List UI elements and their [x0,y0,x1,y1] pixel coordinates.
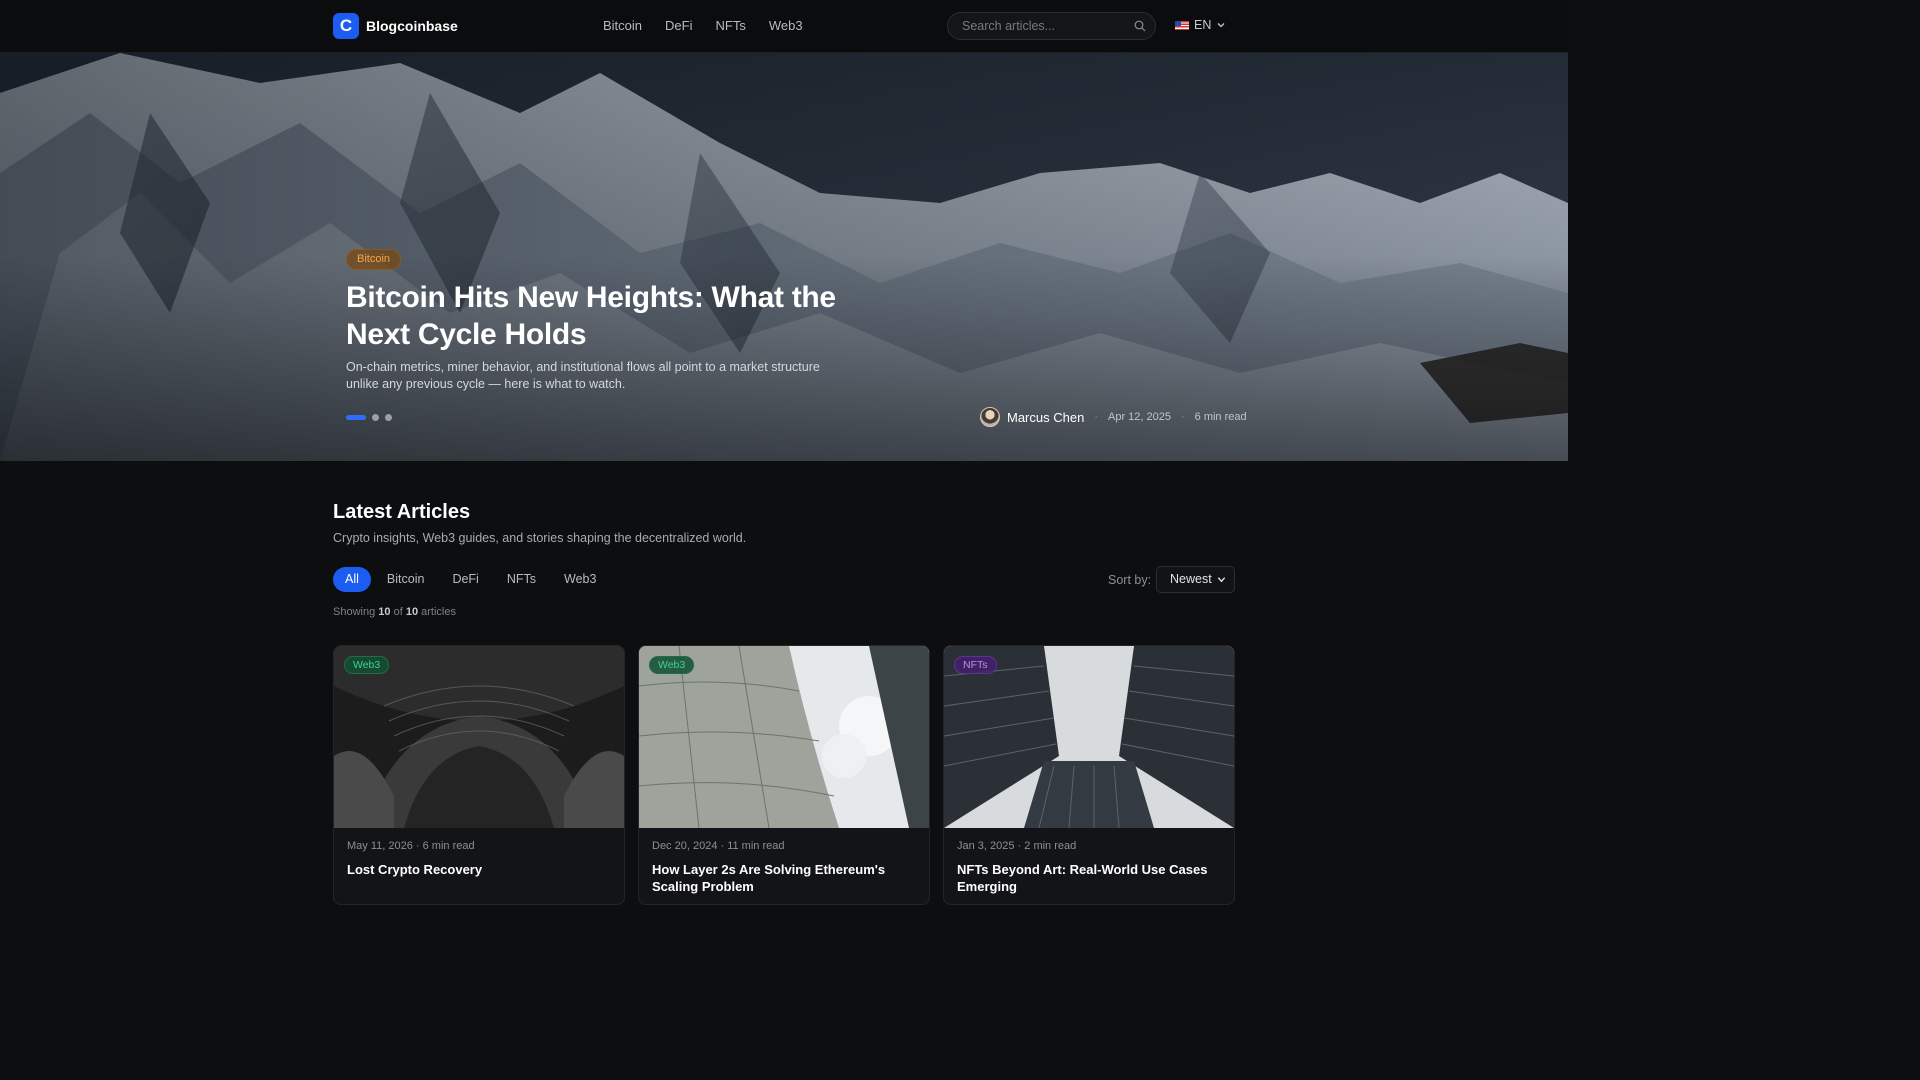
search-icon[interactable] [1134,20,1146,32]
card-meta: May 11, 2026 · 6 min read [347,840,475,852]
results-suffix: articles [421,606,456,618]
results-shown: 10 [378,606,391,618]
card-title[interactable]: NFTs Beyond Art: Real-World Use Cases Em… [957,861,1217,895]
search-input[interactable]: Search articles... [947,12,1156,40]
card-meta: Jan 3, 2025 · 2 min read [957,840,1077,852]
hero-subtitle: On-chain metrics, miner behavior, and in… [346,360,820,391]
us-flag-icon [1175,20,1189,30]
card-meta: Dec 20, 2024 · 11 min read [652,840,785,852]
results-prefix: Showing [333,606,376,618]
card-title[interactable]: How Layer 2s Are Solving Ethereum's Scal… [652,861,912,895]
brand-logo[interactable]: C Blogcoinbase [333,13,458,39]
hero-author-meta: Marcus Chen · Apr 12, 2025 · 6 min read [980,407,1247,427]
hero-category-badge[interactable]: Bitcoin [346,249,402,270]
chevron-down-icon [1217,577,1226,583]
language-selector[interactable]: EN [1175,18,1226,32]
section-title: Latest Articles [333,501,471,523]
results-of: of [393,606,403,618]
article-card[interactable]: Web3 Dec 20, 2024 · 11 min read How Laye… [638,645,930,905]
author-avatar [980,407,1000,427]
carousel-dot-2[interactable] [372,414,379,421]
article-card[interactable]: NFTs Jan 3, 2025 · 2 min read NFTs Beyon… [943,645,1235,905]
carousel-dot-3[interactable] [385,414,392,421]
filter-defi[interactable]: DeFi [440,567,490,592]
meta-separator: · [1180,411,1185,423]
nav-link-nfts[interactable]: NFTs [715,18,745,33]
nav-link-bitcoin[interactable]: Bitcoin [603,18,642,33]
category-filters: All Bitcoin DeFi NFTs Web3 [333,567,608,592]
nav-link-defi[interactable]: DeFi [665,18,692,33]
card-category-badge: NFTs [954,656,997,674]
sort-label: Sort by: [1108,573,1152,587]
sort-value: Newest [1170,572,1212,586]
logo-mark-icon: C [333,13,359,39]
chevron-down-icon [1217,23,1225,28]
results-count: Showing 10 of 10 articles [333,606,456,618]
meta-separator: · [1094,411,1098,423]
top-navbar: C Blogcoinbase Bitcoin DeFi NFTs Web3 Se… [0,0,1568,53]
hero-read-time: 6 min read [1194,411,1247,423]
filter-all[interactable]: All [333,567,371,592]
brand-name: Blogcoinbase [366,18,458,34]
search-placeholder: Search articles... [962,19,1056,33]
results-total: 10 [405,606,419,618]
section-subtitle: Crypto insights, Web3 guides, and storie… [333,531,747,545]
card-title[interactable]: Lost Crypto Recovery [347,861,607,878]
filter-web3[interactable]: Web3 [552,567,608,592]
carousel-dots [346,414,392,421]
filter-nfts[interactable]: NFTs [495,567,548,592]
author-name[interactable]: Marcus Chen [1007,410,1084,425]
card-category-badge: Web3 [649,656,695,674]
hero-overlay [0,53,1568,461]
article-card[interactable]: Web3 May 11, 2026 · 6 min read Lost Cryp… [333,645,625,905]
nav-link-web3[interactable]: Web3 [769,18,803,33]
hero-carousel[interactable]: Bitcoin Bitcoin Hits New Heights: What t… [0,53,1568,461]
sort-select[interactable]: Newest [1156,566,1235,593]
card-category-badge: Web3 [344,656,390,674]
language-label: EN [1194,18,1212,32]
hero-title[interactable]: Bitcoin Hits New Heights: What the Next … [346,279,866,353]
hero-date: Apr 12, 2025 [1107,411,1171,423]
carousel-dot-1[interactable] [346,415,366,420]
filter-bitcoin[interactable]: Bitcoin [375,567,437,592]
nav-links: Bitcoin DeFi NFTs Web3 [603,18,803,33]
